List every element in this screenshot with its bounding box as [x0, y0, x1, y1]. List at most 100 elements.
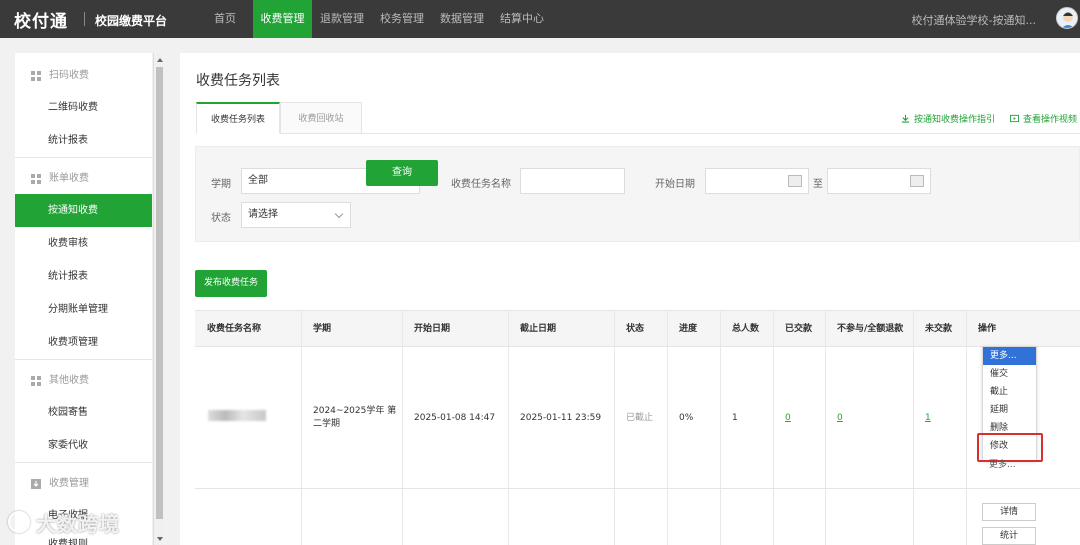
platform-name: 校园缴费平台 [95, 14, 168, 28]
nav-data-management[interactable]: 数据管理 [435, 0, 489, 38]
video-icon [1010, 114, 1019, 123]
nav-fee-management[interactable]: 收费管理 [253, 0, 312, 38]
sidebar-item-consignment[interactable]: 校园寄售 [15, 396, 152, 429]
col-end-date: 截止日期 [520, 324, 557, 334]
col-refund: 不参与/全额退款 [837, 324, 904, 334]
sidebar-item-qr[interactable]: 二维码收费 [15, 91, 152, 124]
sidebar-divider [15, 462, 152, 463]
sidebar-group-label: 收费管理 [49, 478, 89, 489]
publish-task-button[interactable]: 发布收费任务 [195, 270, 267, 297]
task-name-label: 收费任务名称 [451, 179, 511, 190]
col-term: 学期 [313, 324, 332, 334]
col-task-name: 收费任务名称 [207, 324, 262, 334]
edit-highlight-box [977, 433, 1043, 462]
status-label: 状态 [211, 213, 231, 224]
chevron-down-icon [334, 209, 344, 219]
cell-refund-link[interactable]: 0 [825, 412, 843, 425]
task-name-blurred [208, 410, 266, 421]
sidebar-group-bill[interactable]: 账单收费 [15, 161, 152, 197]
calendar-icon[interactable] [788, 175, 802, 187]
cell-start-date: 2025-01-08 14:47 [414, 413, 496, 423]
table-header: 收费任务名称 学期 开始日期 截止日期 状态 进度 总人数 已交款 不参与/全额… [195, 311, 1080, 347]
term-label: 学期 [211, 179, 231, 190]
sidebar-item-parent-collect[interactable]: 家委代收 [15, 429, 152, 462]
col-actions: 操作 [978, 324, 997, 334]
tab-task-list[interactable]: 收费任务列表 [196, 102, 280, 134]
nav-refund-management[interactable]: 退款管理 [315, 0, 369, 38]
sidebar: 扫码收费 二维码收费 统计报表 账单收费 按通知收费 收费审核 统计报表 分期账… [15, 53, 152, 545]
dropdown-item-extend[interactable]: 延期 [983, 401, 1036, 419]
sidebar-group-manage[interactable]: 收费管理 [15, 466, 152, 502]
sidebar-divider [15, 157, 152, 158]
sidebar-divider [15, 359, 152, 360]
sidebar-item-fee-items[interactable]: 收费项管理 [15, 326, 152, 359]
grid-icon [31, 71, 41, 81]
cell-progress: 0% [679, 413, 694, 423]
col-total: 总人数 [732, 324, 760, 334]
cell-total: 1 [732, 413, 738, 423]
start-date-label: 开始日期 [655, 179, 695, 190]
col-unpaid: 未交款 [925, 324, 953, 334]
main-panel: 收费任务列表 收费任务列表 收费回收站 按通知收费操作指引 查看操作视频 学期 … [180, 53, 1080, 545]
video-link-label: 查看操作视频 [1023, 115, 1078, 125]
calendar-icon[interactable] [910, 175, 924, 187]
sidebar-item-report[interactable]: 统计报表 [15, 124, 152, 157]
sidebar-group-scan[interactable]: 扫码收费 [15, 58, 152, 94]
more-select-underlay[interactable]: 更多... [984, 459, 1036, 473]
date-to-label: 至 [813, 179, 823, 190]
scroll-thumb[interactable] [156, 67, 163, 519]
cell-unpaid-link[interactable]: 1 [913, 412, 931, 425]
dropdown-item-more[interactable]: 更多... [983, 347, 1036, 365]
status-select-value: 请选择 [248, 209, 278, 220]
col-paid: 已交款 [785, 324, 813, 334]
download-box-icon [31, 479, 41, 489]
avatar[interactable] [1056, 7, 1078, 29]
logo-divider [84, 12, 85, 26]
cell-term: 2024~2025学年 第二学期 [313, 406, 397, 429]
query-button[interactable]: 查询 [366, 160, 438, 186]
scroll-down-arrow-icon[interactable] [157, 537, 163, 541]
status-select[interactable]: 请选择 [241, 202, 351, 228]
detail-button[interactable]: 详情 [982, 503, 1036, 521]
tab-recycle-bin[interactable]: 收费回收站 [280, 102, 362, 134]
sidebar-scrollbar[interactable] [153, 53, 164, 545]
sidebar-group-label: 扫码收费 [49, 70, 89, 81]
guide-link[interactable]: 按通知收费操作指引 [901, 112, 995, 125]
nav-settlement[interactable]: 结算中心 [495, 0, 549, 38]
cell-paid-link[interactable]: 0 [773, 412, 791, 425]
grid-icon [31, 376, 41, 386]
stats-button[interactable]: 统计 [982, 527, 1036, 545]
end-date-input[interactable] [827, 168, 931, 194]
video-link[interactable]: 查看操作视频 [1010, 112, 1077, 125]
dropdown-item-close[interactable]: 截止 [983, 383, 1036, 401]
col-progress: 进度 [679, 324, 698, 334]
school-name[interactable]: 校付通体验学校-按通知... [912, 12, 1036, 28]
cell-end-date: 2025-01-11 23:59 [520, 413, 602, 423]
nav-home[interactable]: 首页 [203, 0, 247, 38]
logo[interactable]: 校付通 [14, 7, 68, 32]
top-nav-bar: 校付通 校园缴费平台 首页 收费管理 退款管理 校务管理 数据管理 结算中心 校… [0, 0, 1080, 38]
page-title: 收费任务列表 [196, 73, 280, 89]
sidebar-item-notice-fee[interactable]: 按通知收费 [15, 194, 152, 227]
dropdown-item-remind[interactable]: 催交 [983, 365, 1036, 383]
task-table: 收费任务名称 学期 开始日期 截止日期 状态 进度 总人数 已交款 不参与/全额… [195, 310, 1080, 545]
table-row: 2024~2025学年 第二学期 2025-01-08 14:47 2025-0… [195, 347, 1080, 489]
col-start-date: 开始日期 [414, 324, 451, 334]
cell-status: 已截止 [626, 413, 654, 423]
col-status: 状态 [626, 324, 645, 334]
watermark-logo-icon [8, 511, 30, 533]
sidebar-group-label: 账单收费 [49, 173, 89, 184]
sidebar-item-installment[interactable]: 分期账单管理 [15, 293, 152, 326]
filter-panel: 学期 全部 收费任务名称 开始日期 至 状态 请选择 [195, 146, 1080, 242]
sidebar-item-report[interactable]: 统计报表 [15, 260, 152, 293]
sidebar-item-audit[interactable]: 收费审核 [15, 227, 152, 260]
start-date-input[interactable] [705, 168, 809, 194]
guide-link-label: 按通知收费操作指引 [914, 115, 996, 125]
term-select-value: 全部 [248, 175, 268, 186]
watermark: 大数跨境 [36, 512, 120, 536]
task-name-input[interactable] [520, 168, 625, 194]
scroll-up-arrow-icon[interactable] [157, 58, 163, 62]
sidebar-group-other[interactable]: 其他收费 [15, 363, 152, 399]
nav-school-affairs[interactable]: 校务管理 [375, 0, 429, 38]
grid-icon [31, 174, 41, 184]
